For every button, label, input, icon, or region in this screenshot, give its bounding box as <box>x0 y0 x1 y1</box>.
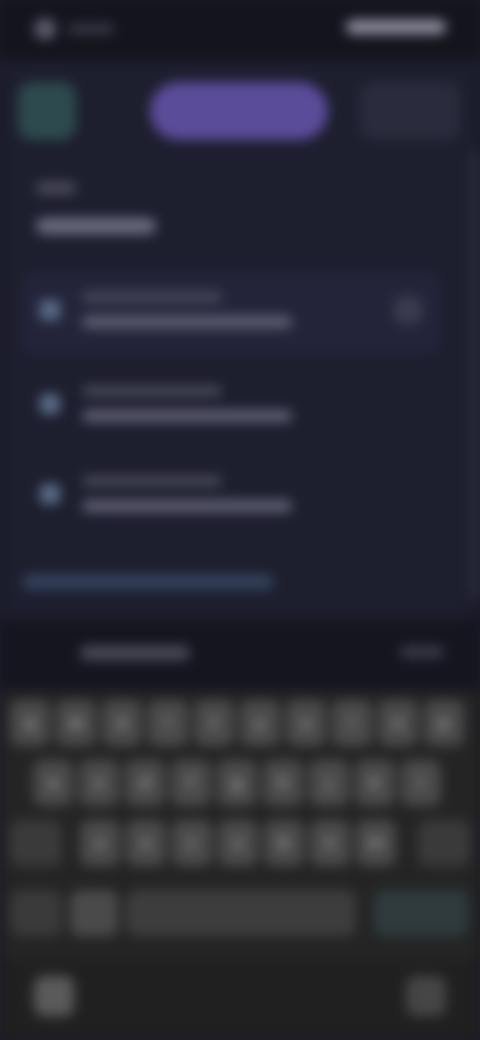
input-placeholder[interactable] <box>80 646 190 660</box>
key-z[interactable]: z <box>80 820 120 866</box>
status-text-placeholder <box>68 24 114 34</box>
space-key[interactable] <box>126 890 356 936</box>
list-item-icon <box>40 484 60 504</box>
list-item-icon <box>40 394 60 414</box>
keyboard-row-2: a s d f g h j k l <box>0 760 480 816</box>
list-item-icon <box>40 300 60 320</box>
key-x[interactable]: x <box>126 820 166 866</box>
list-item-line-1 <box>82 386 222 396</box>
key-r[interactable]: r <box>148 700 188 746</box>
list-item-line-1 <box>82 476 222 486</box>
key-e[interactable]: e <box>102 700 142 746</box>
list-item-action-icon[interactable] <box>394 296 422 324</box>
main-content <box>0 150 470 620</box>
list-item-line-2 <box>82 410 292 422</box>
top-bar <box>0 60 480 150</box>
scrollbar[interactable] <box>470 150 480 600</box>
keyboard-row-3: z x c v b n m <box>0 820 480 876</box>
backspace-key[interactable] <box>418 820 470 866</box>
status-left <box>34 18 114 40</box>
key-k[interactable]: k <box>355 760 395 806</box>
symbols-key[interactable] <box>10 890 62 936</box>
key-j[interactable]: j <box>309 760 349 806</box>
on-screen-keyboard: q w e r t y u i o p a s d f g h j k l z … <box>0 690 480 960</box>
key-q[interactable]: q <box>10 700 50 746</box>
avatar[interactable] <box>18 82 76 140</box>
status-dot-icon <box>34 18 56 40</box>
input-bar[interactable] <box>0 620 480 690</box>
key-m[interactable]: m <box>356 820 396 866</box>
key-c[interactable]: c <box>172 820 212 866</box>
key-u[interactable]: u <box>286 700 326 746</box>
list-item-line-1 <box>82 292 222 302</box>
list-item[interactable] <box>22 366 440 448</box>
keyboard-switch-icon[interactable] <box>406 976 446 1016</box>
key-w[interactable]: w <box>56 700 96 746</box>
key-s[interactable]: s <box>79 760 119 806</box>
list-item-line-2 <box>82 316 292 328</box>
section-title <box>36 218 156 234</box>
key-i[interactable]: i <box>332 700 372 746</box>
key-g[interactable]: g <box>217 760 257 806</box>
keyboard-row-1: q w e r t y u i o p <box>0 700 480 756</box>
list-item-line-2 <box>82 500 292 512</box>
key-p[interactable]: p <box>424 700 464 746</box>
status-icons <box>346 20 446 34</box>
key-f[interactable]: f <box>171 760 211 806</box>
input-right-action[interactable] <box>400 646 444 658</box>
title-pill[interactable] <box>150 82 328 140</box>
key-d[interactable]: d <box>125 760 165 806</box>
key-y[interactable]: y <box>240 700 280 746</box>
enter-key[interactable] <box>374 890 468 936</box>
section-divider <box>22 574 274 590</box>
list-item[interactable] <box>22 272 440 354</box>
key-o[interactable]: o <box>378 700 418 746</box>
list-item[interactable] <box>22 456 440 538</box>
key-n[interactable]: n <box>310 820 350 866</box>
keyboard-hide-icon[interactable] <box>34 976 74 1016</box>
key-b[interactable]: b <box>264 820 304 866</box>
key-v[interactable]: v <box>218 820 258 866</box>
top-right-button[interactable] <box>360 82 460 140</box>
key-a[interactable]: a <box>33 760 73 806</box>
key-l[interactable]: l <box>401 760 441 806</box>
emoji-key[interactable] <box>70 890 118 936</box>
status-bar <box>0 0 480 60</box>
system-nav-bar <box>0 960 480 1040</box>
key-h[interactable]: h <box>263 760 303 806</box>
shift-key[interactable] <box>10 820 62 866</box>
section-kicker <box>36 182 76 194</box>
key-t[interactable]: t <box>194 700 234 746</box>
